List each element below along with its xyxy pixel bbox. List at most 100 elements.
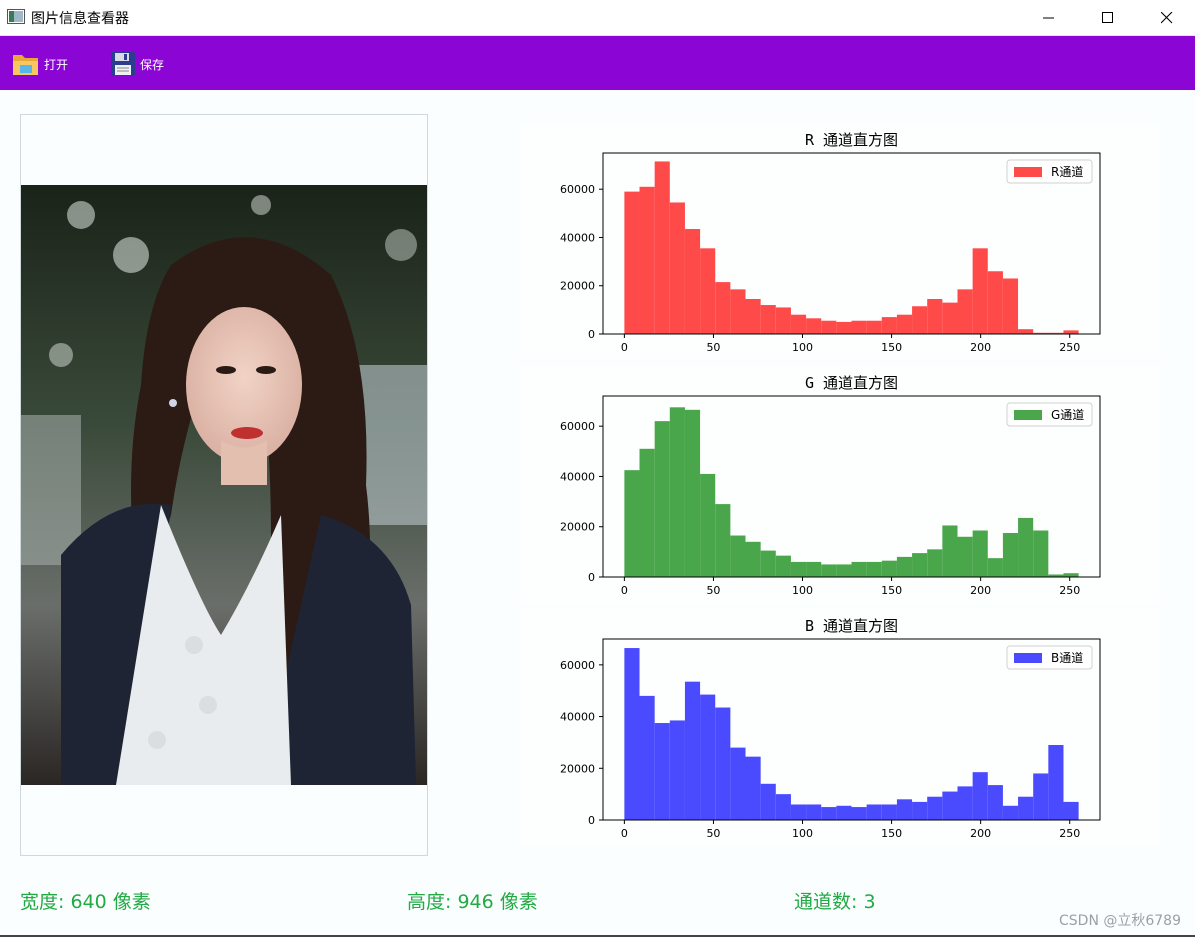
b-bar <box>927 796 943 820</box>
g-y-tick-label: 60000 <box>560 420 595 433</box>
r-y-tick-label: 20000 <box>560 280 595 293</box>
g-legend-swatch <box>1014 410 1042 420</box>
b-bar <box>775 794 791 820</box>
r-x-tick-label: 200 <box>970 341 991 354</box>
r-y-tick-label: 60000 <box>560 183 595 196</box>
g-legend-label: G通道 <box>1051 408 1084 422</box>
g-x-tick-label: 150 <box>881 584 902 597</box>
g-bar <box>775 555 791 577</box>
r-bar <box>957 289 973 334</box>
r-bar <box>972 248 988 334</box>
width-label: 宽度: <box>20 891 65 913</box>
r-bar <box>821 320 837 334</box>
b-chart-title: B 通道直方图 <box>805 617 898 635</box>
r-x-tick-label: 250 <box>1059 341 1080 354</box>
g-bar <box>972 530 988 577</box>
r-bar <box>760 305 776 334</box>
image-preview-frame <box>20 114 428 856</box>
b-bar <box>866 804 882 820</box>
r-bar <box>639 186 655 334</box>
r-y-tick-label: 0 <box>588 328 595 341</box>
g-bar <box>624 470 640 577</box>
g-bar <box>806 561 822 577</box>
open-button[interactable]: 打开 <box>12 50 68 78</box>
r-y-tick-label: 40000 <box>560 231 595 244</box>
b-x-tick-label: 250 <box>1059 827 1080 840</box>
minimize-button[interactable] <box>1026 0 1072 35</box>
height-info: 高度: 946 像素 <box>407 887 538 914</box>
g-histogram-chart: G 通道直方图 0 50 100 150 200 250 0 20000 40000 60000 G通… <box>560 374 1101 597</box>
g-bar <box>851 561 867 577</box>
r-bar <box>1018 329 1034 334</box>
b-y-tick-label: 60000 <box>560 659 595 672</box>
b-bar <box>1002 805 1019 820</box>
channels-label: 通道数: <box>794 891 858 913</box>
width-value: 640 <box>70 891 107 913</box>
maximize-icon <box>1102 11 1113 23</box>
g-bar <box>927 549 943 577</box>
g-bar <box>730 535 746 577</box>
close-button[interactable] <box>1144 0 1190 35</box>
b-y-tick-label: 0 <box>588 814 595 827</box>
toolbar: 打开 保存 <box>0 36 1195 90</box>
r-x-tick-label: 50 <box>706 341 720 354</box>
g-bar <box>1033 530 1049 577</box>
b-x-tick-label: 150 <box>881 827 902 840</box>
height-unit: 像素 <box>499 891 538 913</box>
g-bar <box>654 421 670 577</box>
save-button[interactable]: 保存 <box>110 50 164 78</box>
b-histogram-panel: B 通道直方图 0 50 100 150 200 250 0 20000 40000 60000 B通… <box>520 609 1160 846</box>
g-bar <box>821 564 837 577</box>
r-bar <box>684 229 701 334</box>
r-bar <box>730 289 746 334</box>
r-bar <box>654 161 670 334</box>
b-bar <box>881 804 897 820</box>
b-bar <box>896 799 913 820</box>
watermark: CSDN @立秋6789 <box>1059 913 1181 929</box>
b-bar <box>760 783 776 820</box>
g-bar <box>745 541 761 577</box>
b-bar <box>912 801 928 820</box>
b-bar <box>972 772 988 820</box>
g-bar <box>987 558 1003 577</box>
portrait-photo <box>21 185 427 785</box>
b-bar <box>836 805 852 820</box>
g-bar <box>942 525 958 577</box>
g-y-tick-label: 20000 <box>560 521 595 534</box>
g-bar <box>684 409 701 577</box>
b-bar <box>624 648 640 820</box>
b-x-tick-label: 100 <box>792 827 813 840</box>
g-bar <box>881 560 897 577</box>
r-bar <box>896 314 913 334</box>
g-bar <box>912 553 928 577</box>
b-bar <box>1048 745 1064 820</box>
g-bar <box>957 536 973 577</box>
b-bar <box>1063 801 1079 820</box>
b-histogram-chart: B 通道直方图 0 50 100 150 200 250 0 20000 40000 60000 B通… <box>560 617 1101 840</box>
g-bar <box>669 407 685 577</box>
folder-icon <box>13 55 38 75</box>
r-bar <box>669 202 685 334</box>
g-bar <box>700 473 716 577</box>
g-bar <box>760 550 776 577</box>
g-bar <box>1063 573 1079 577</box>
g-bar <box>836 564 852 577</box>
window-titlebar: 图片信息查看器 <box>0 0 1195 36</box>
minimize-icon <box>1043 17 1054 18</box>
g-histogram-panel: G 通道直方图 0 50 100 150 200 250 0 20000 40000 60000 G通… <box>520 366 1160 603</box>
r-histogram-panel: R 通道直方图 0 50 100 150 200 250 0 20000 40000 60000 R通… <box>520 123 1160 360</box>
r-bar <box>775 307 791 334</box>
app-icon <box>7 9 25 24</box>
b-y-tick-label: 20000 <box>560 762 595 775</box>
g-bar <box>896 556 913 577</box>
r-x-tick-label: 150 <box>881 341 902 354</box>
r-bar <box>624 191 640 334</box>
r-bar <box>836 321 852 334</box>
r-legend-label: R通道 <box>1051 165 1083 179</box>
r-bar <box>866 320 882 334</box>
b-legend-swatch <box>1014 653 1042 663</box>
b-bar <box>806 804 822 820</box>
maximize-button[interactable] <box>1085 0 1131 35</box>
g-x-tick-label: 50 <box>706 584 720 597</box>
b-bar <box>715 707 731 820</box>
